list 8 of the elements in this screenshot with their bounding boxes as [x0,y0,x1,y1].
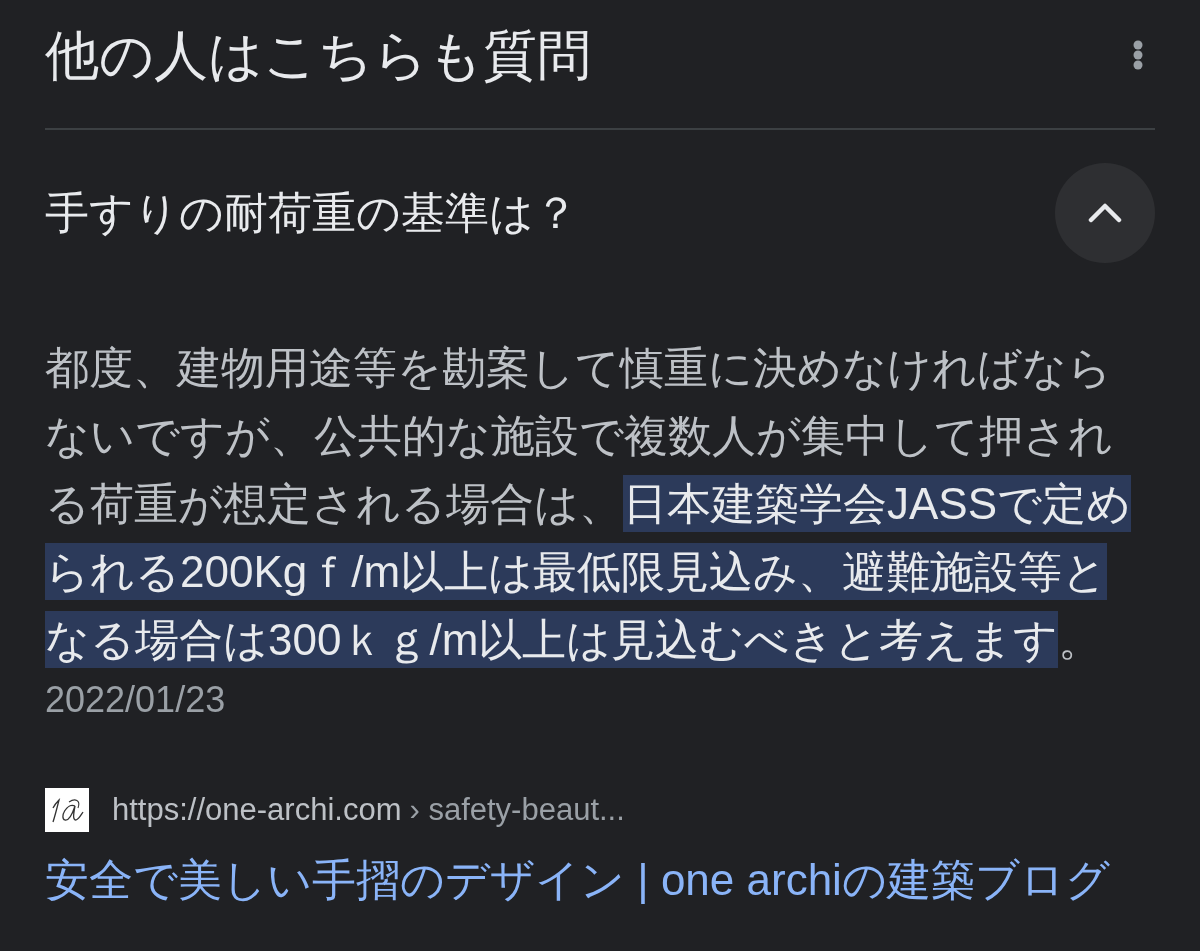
source-path: › safety-beaut... [409,791,625,829]
question-text: 手すりの耐荷重の基準は？ [45,187,578,239]
answer-date: 2022/01/23 [45,678,226,722]
more-options-icon[interactable] [1133,40,1143,70]
section-title: 他の人はこちらも質問 [45,24,591,87]
result-title-link[interactable]: 安全で美しい手摺のデザイン | one archiの建築ブログ [45,852,1110,908]
source-url[interactable]: https://one-archi.com [112,790,402,830]
site-favicon-icon [45,788,89,832]
